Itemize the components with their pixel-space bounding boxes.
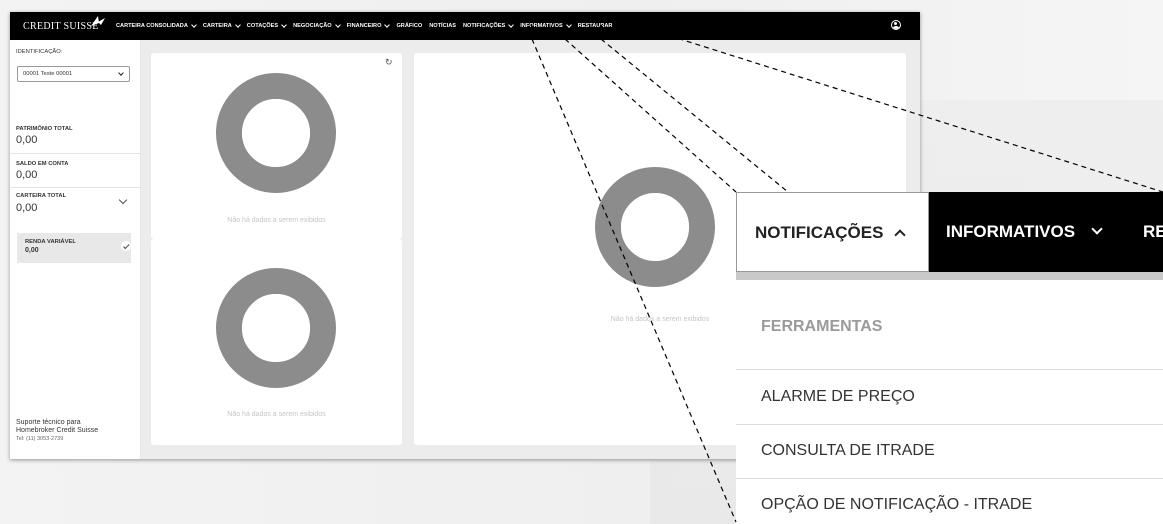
highlight-box [531,13,602,40]
callout-line [531,38,737,523]
callout-line [600,38,789,193]
callout-line [600,13,1163,193]
callout-line [564,38,737,193]
zoom-callout-lines [531,13,1163,523]
